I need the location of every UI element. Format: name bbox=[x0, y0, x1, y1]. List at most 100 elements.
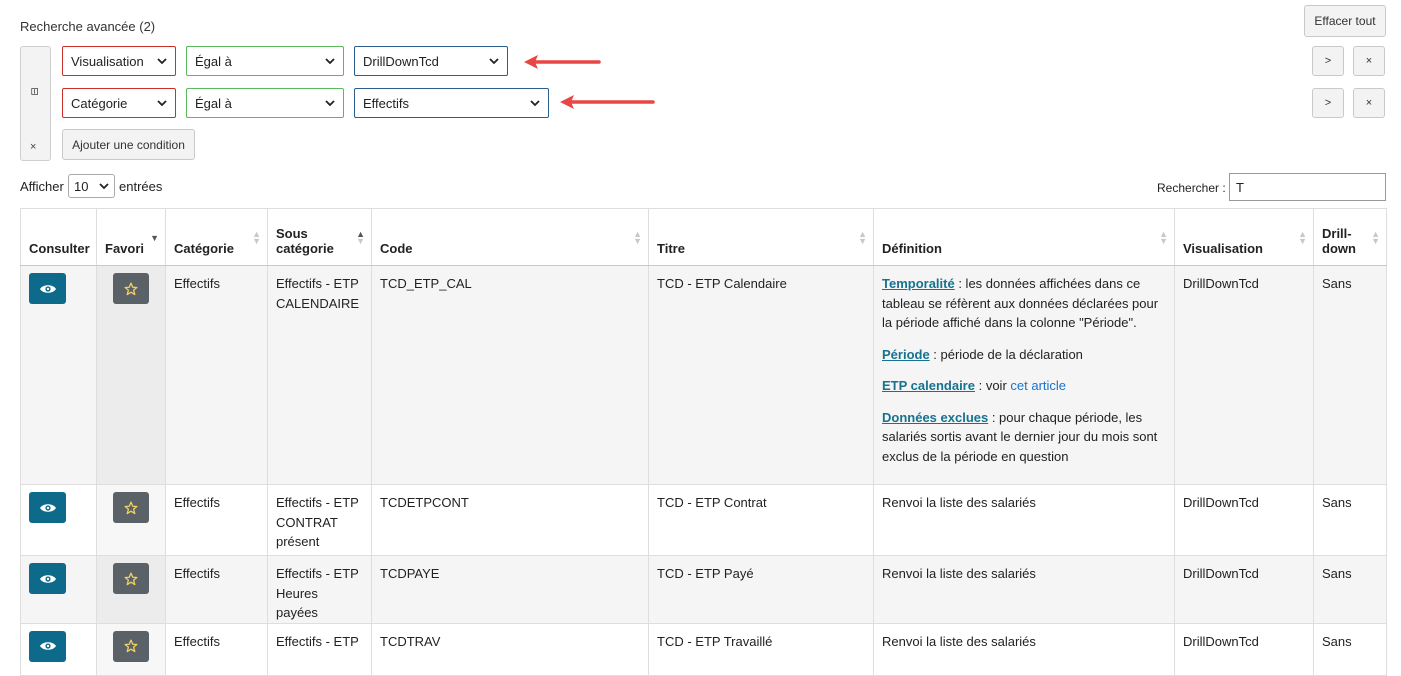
page-length-value: 10 bbox=[74, 178, 89, 194]
favori-cell bbox=[96, 622, 166, 676]
clear-all-button[interactable]: Effacer tout bbox=[1304, 5, 1386, 37]
article-link[interactable]: cet article bbox=[1010, 378, 1066, 393]
results-table: Consulter Favori ▼ Catégorie ▲ ▼ Sous catég… bbox=[20, 208, 1387, 676]
filter-field-value: Visualisation bbox=[71, 53, 144, 69]
visualisation-cell: DrillDownTcd bbox=[1174, 555, 1314, 624]
definition-paragraph: Période : période de la déclaration bbox=[882, 345, 1166, 365]
star-icon bbox=[124, 501, 138, 514]
definition-paragraph: Temporalité : les données affichées dans… bbox=[882, 274, 1166, 333]
eye-icon bbox=[39, 284, 56, 293]
consulter-cell bbox=[20, 555, 97, 624]
filter-remove-button[interactable]: × bbox=[1353, 88, 1385, 118]
categorie-cell: Effectifs bbox=[165, 555, 268, 624]
view-button[interactable] bbox=[29, 630, 66, 662]
favorite-button[interactable] bbox=[113, 273, 149, 304]
chevron-down-icon bbox=[325, 100, 335, 107]
sort-icon: ▲ ▼ bbox=[858, 229, 867, 246]
search-input[interactable]: T bbox=[1229, 173, 1386, 201]
drilldown-cell: Sans bbox=[1313, 622, 1387, 676]
annotation-arrow bbox=[524, 55, 601, 69]
code-cell: TCDTRAV bbox=[371, 622, 649, 676]
definition-term-link[interactable]: Période bbox=[882, 347, 930, 362]
sous-categorie-cell: Effectifs - ETP CONTRAT présent bbox=[267, 484, 372, 556]
code-cell: TCD_ETP_CAL bbox=[371, 265, 649, 485]
titre-cell: TCD - ETP Calendaire bbox=[648, 265, 874, 485]
table-header-row: Consulter Favori ▼ Catégorie ▲ ▼ Sous catég… bbox=[20, 208, 1387, 266]
definition-cell: Temporalité : les données affichées dans… bbox=[873, 265, 1175, 485]
definition-term-link[interactable]: Données exclues bbox=[882, 410, 988, 425]
sort-icon: ▲ ▼ bbox=[1371, 229, 1380, 246]
view-button[interactable] bbox=[29, 273, 66, 304]
star-icon bbox=[124, 639, 138, 653]
definition-term-link[interactable]: Temporalité bbox=[882, 276, 955, 291]
titre-cell: TCD - ETP Travaillé bbox=[648, 622, 874, 676]
filter-operator-select[interactable]: Égal à bbox=[186, 46, 344, 76]
titre-cell: TCD - ETP Contrat bbox=[648, 484, 874, 556]
filter-value-select[interactable]: Effectifs bbox=[354, 88, 549, 118]
annotation-arrow bbox=[560, 95, 655, 109]
filter-value-value: Effectifs bbox=[363, 95, 410, 111]
sous-categorie-cell: Effectifs - ETP CALENDAIRE bbox=[267, 265, 372, 485]
group-remove-icon[interactable]: × bbox=[30, 141, 36, 153]
col-header-sous-categorie[interactable]: Sous catégorie ▲ ▼ bbox=[267, 208, 372, 266]
table-row: Effectifs Effectifs - ETP Heures payées … bbox=[20, 555, 1387, 624]
visualisation-cell: DrillDownTcd bbox=[1174, 622, 1314, 676]
table-row: Effectifs Effectifs - ETP TCDTRAV TCD - … bbox=[20, 622, 1387, 676]
favori-cell bbox=[96, 555, 166, 624]
visualisation-cell: DrillDownTcd bbox=[1174, 484, 1314, 556]
definition-term-link[interactable]: ETP calendaire bbox=[882, 378, 975, 393]
definition-cell: Renvoi la liste des salariés bbox=[873, 555, 1175, 624]
filter-next-button[interactable]: > bbox=[1312, 88, 1344, 118]
consulter-cell bbox=[20, 265, 97, 485]
sous-categorie-cell: Effectifs - ETP Heures payées bbox=[267, 555, 372, 624]
filter-field-select[interactable]: Visualisation bbox=[62, 46, 176, 76]
star-icon bbox=[124, 282, 138, 295]
view-button[interactable] bbox=[29, 563, 66, 594]
sort-icon: ▼ bbox=[150, 233, 159, 243]
filter-value-select[interactable]: DrillDownTcd bbox=[354, 46, 508, 76]
drilldown-cell: Sans bbox=[1313, 265, 1387, 485]
filter-operator-select[interactable]: Égal à bbox=[186, 88, 344, 118]
sort-icon: ▲ ▼ bbox=[356, 229, 365, 246]
titre-cell: TCD - ETP Payé bbox=[648, 555, 874, 624]
consulter-cell bbox=[20, 622, 97, 676]
favorite-button[interactable] bbox=[113, 563, 149, 594]
filter-field-select[interactable]: Catégorie bbox=[62, 88, 176, 118]
eye-icon bbox=[39, 503, 56, 512]
add-condition-button[interactable]: Ajouter une condition bbox=[62, 129, 195, 160]
col-header-definition[interactable]: Définition ▲ ▼ bbox=[873, 208, 1175, 266]
table-row: Effectifs Effectifs - ETP CONTRAT présen… bbox=[20, 484, 1387, 556]
col-header-titre[interactable]: Titre ▲ ▼ bbox=[648, 208, 874, 266]
filter-value-value: DrillDownTcd bbox=[363, 53, 439, 69]
chevron-down-icon bbox=[489, 58, 499, 65]
filter-remove-button[interactable]: × bbox=[1353, 46, 1385, 76]
filter-next-button[interactable]: > bbox=[1312, 46, 1344, 76]
filter-operator-value: Égal à bbox=[195, 53, 232, 69]
page-title: Recherche avancée (2) bbox=[20, 19, 156, 34]
code-cell: TCDPAYE bbox=[371, 555, 649, 624]
definition-text: : période de la déclaration bbox=[929, 346, 1083, 362]
definition-text: : voir bbox=[974, 378, 1011, 393]
visualisation-cell: DrillDownTcd bbox=[1174, 265, 1314, 485]
favori-cell bbox=[96, 265, 166, 485]
entries-label: entrées bbox=[119, 179, 163, 194]
definition-cell: Renvoi la liste des salariés bbox=[873, 484, 1175, 556]
view-button[interactable] bbox=[29, 492, 66, 523]
eye-icon bbox=[39, 642, 56, 650]
filter-operator-value: Égal à bbox=[195, 95, 232, 111]
col-header-consulter: Consulter bbox=[20, 208, 97, 266]
col-header-drilldown[interactable]: Drill-down ▲ ▼ bbox=[1313, 208, 1387, 266]
page-length-select[interactable]: 10 bbox=[68, 174, 115, 198]
col-header-favori[interactable]: Favori ▼ bbox=[96, 208, 166, 266]
favorite-button[interactable] bbox=[113, 630, 149, 662]
star-icon bbox=[124, 572, 138, 585]
col-header-categorie[interactable]: Catégorie ▲ ▼ bbox=[165, 208, 268, 266]
table-row: Effectifs Effectifs - ETP CALENDAIRE TCD… bbox=[20, 265, 1387, 485]
chevron-down-icon bbox=[157, 100, 167, 107]
group-collapse-icon[interactable]: ⊟ bbox=[29, 87, 40, 95]
favorite-button[interactable] bbox=[113, 492, 149, 523]
definition-paragraph: Données exclues : pour chaque période, l… bbox=[882, 408, 1166, 467]
categorie-cell: Effectifs bbox=[165, 484, 268, 556]
col-header-code[interactable]: Code ▲ ▼ bbox=[371, 208, 649, 266]
col-header-visualisation[interactable]: Visualisation ▲ ▼ bbox=[1174, 208, 1314, 266]
